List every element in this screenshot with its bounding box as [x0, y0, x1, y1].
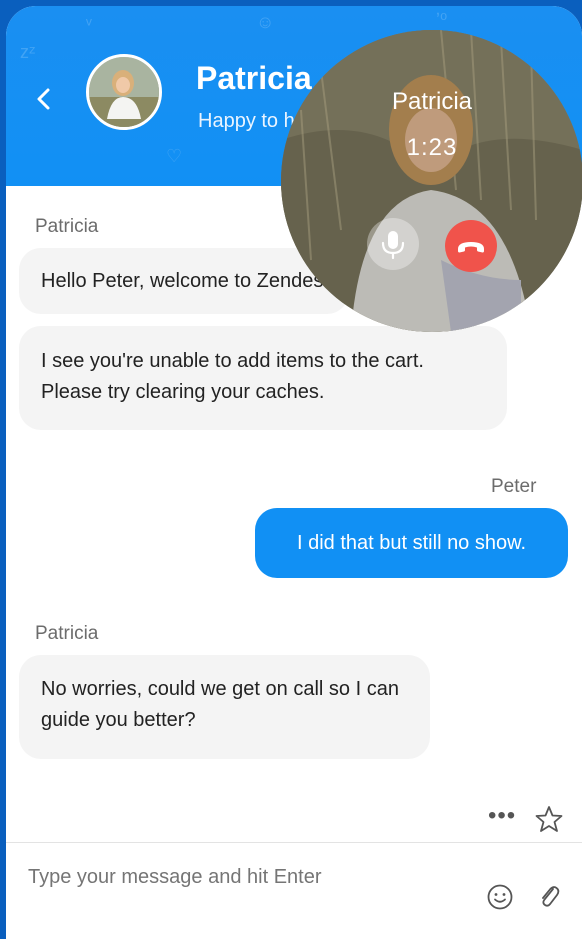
mute-button[interactable] [367, 218, 419, 270]
doodle-icon: ᵛ [86, 14, 92, 34]
message-bubble: No worries, could we get on call so I ca… [19, 655, 430, 759]
chevron-left-icon [37, 88, 50, 110]
message-input[interactable] [28, 862, 448, 892]
sender-label: Patricia [35, 216, 99, 237]
end-call-button[interactable] [445, 220, 497, 272]
doodle-icon: ☺ [256, 12, 275, 32]
smiley-icon[interactable] [486, 883, 514, 911]
caller-name: Patricia [391, 88, 473, 115]
paperclip-icon[interactable] [536, 882, 562, 912]
doodle-icon: ʼ⁰ [436, 10, 448, 30]
call-timer: 1:23 [406, 134, 458, 161]
message-bubble: I see you're unable to add items to the … [19, 326, 507, 430]
hang-up-icon [458, 242, 484, 253]
message-bubble-own: I did that but still no show. [255, 508, 568, 578]
video-call-overlay[interactable]: Patricia 1:23 [281, 30, 582, 332]
divider [6, 842, 582, 843]
avatar [86, 54, 162, 130]
more-dots-icon[interactable]: ••• [488, 802, 516, 830]
doodle-icon: zᶻ [20, 42, 36, 62]
back-button[interactable] [34, 84, 54, 114]
star-icon[interactable] [534, 804, 564, 834]
microphone-icon [381, 231, 405, 260]
message-actions: ••• [6, 796, 582, 846]
caller-video [281, 30, 582, 332]
doodle-icon: ♡ [166, 146, 183, 166]
sender-label: Patricia [35, 623, 99, 644]
sender-label: Peter [491, 476, 537, 497]
